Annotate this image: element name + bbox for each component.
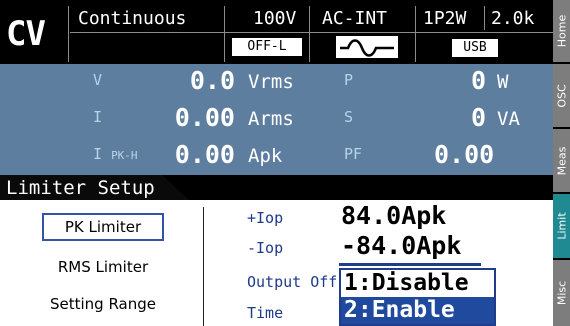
tab-home-label: Home bbox=[555, 14, 568, 48]
apparent-power-label: S bbox=[344, 108, 354, 126]
power-label: P bbox=[344, 71, 354, 89]
wiring-mode: 1P2W bbox=[423, 8, 467, 29]
current-value: 0.00 bbox=[174, 103, 235, 132]
voltage-range: 100V bbox=[253, 8, 297, 29]
instrument-screen: CV Continuous 100V OFF-L AC-INT 1P2W 2.0… bbox=[0, 0, 553, 326]
peak-current-label-main: I bbox=[93, 145, 103, 163]
menu-item-pk-limiter[interactable]: PK Limiter bbox=[42, 213, 164, 241]
divider bbox=[224, 6, 225, 62]
apparent-power-unit: VA bbox=[497, 108, 520, 130]
voltage-unit: Vrms bbox=[248, 71, 294, 93]
tab-osc-label: OSC bbox=[555, 83, 568, 108]
power-factor-label: PF bbox=[344, 145, 363, 163]
divider bbox=[309, 6, 310, 62]
peak-current-unit: Apk bbox=[248, 145, 283, 167]
divider bbox=[68, 6, 69, 62]
measurement-panel: V 0.0 Vrms I 0.00 Arms I PK-H 0.00 Apk P… bbox=[0, 64, 553, 175]
tab-home[interactable]: Home bbox=[553, 0, 570, 62]
minus-iop-label: -Iop bbox=[247, 239, 284, 257]
minus-iop-value[interactable]: -84.0Apk bbox=[341, 231, 461, 260]
voltage-label: V bbox=[93, 71, 103, 89]
signal-source: AC-INT bbox=[322, 8, 388, 29]
peak-current-value: 0.00 bbox=[174, 140, 235, 169]
usb-badge: USB bbox=[452, 39, 498, 57]
tab-meas[interactable]: Meas bbox=[553, 129, 570, 192]
divider bbox=[415, 6, 416, 62]
output-state-badge: OFF-L bbox=[232, 38, 302, 56]
field-underline bbox=[339, 263, 481, 266]
current-label: I bbox=[93, 108, 103, 126]
power-value: 0 bbox=[470, 66, 486, 95]
tab-misc[interactable]: Misc bbox=[553, 260, 570, 326]
apparent-power-value: 0 bbox=[470, 103, 486, 132]
peak-current-label-sub: PK-H bbox=[111, 149, 138, 162]
plus-iop-label: +Iop bbox=[247, 209, 284, 227]
waveform-mode: Continuous bbox=[78, 8, 187, 29]
peak-current-label: I PK-H bbox=[93, 145, 138, 163]
mode-indicator: CV bbox=[6, 14, 46, 54]
power-unit: W bbox=[497, 71, 509, 93]
divider bbox=[70, 32, 553, 33]
sine-wave-icon bbox=[336, 36, 398, 58]
page-title: Limiter Setup bbox=[0, 175, 190, 201]
time-label: Time bbox=[247, 304, 284, 322]
dropdown-option-enable[interactable]: 2:Enable bbox=[341, 297, 494, 324]
tab-meas-label: Meas bbox=[555, 146, 568, 175]
tab-limit-label: Limit bbox=[555, 212, 568, 240]
load-setting: 2.0k bbox=[491, 8, 535, 29]
menu-item-rms-limiter[interactable]: RMS Limiter bbox=[42, 255, 164, 279]
tab-limit[interactable]: Limit bbox=[553, 194, 570, 258]
menu-item-setting-range[interactable]: Setting Range bbox=[42, 292, 164, 316]
output-off-dropdown[interactable]: 1:Disable 2:Enable bbox=[339, 268, 496, 326]
divider bbox=[484, 6, 485, 30]
current-unit: Arms bbox=[248, 108, 294, 130]
dropdown-option-disable[interactable]: 1:Disable bbox=[341, 270, 494, 297]
tab-misc-label: Misc bbox=[555, 280, 568, 306]
voltage-value: 0.0 bbox=[189, 66, 235, 95]
tab-osc[interactable]: OSC bbox=[553, 64, 570, 127]
menu-divider bbox=[203, 207, 204, 326]
plus-iop-value[interactable]: 84.0Apk bbox=[341, 201, 446, 230]
power-factor-value: 0.00 bbox=[434, 140, 495, 169]
output-off-label: Output Off bbox=[247, 273, 338, 291]
